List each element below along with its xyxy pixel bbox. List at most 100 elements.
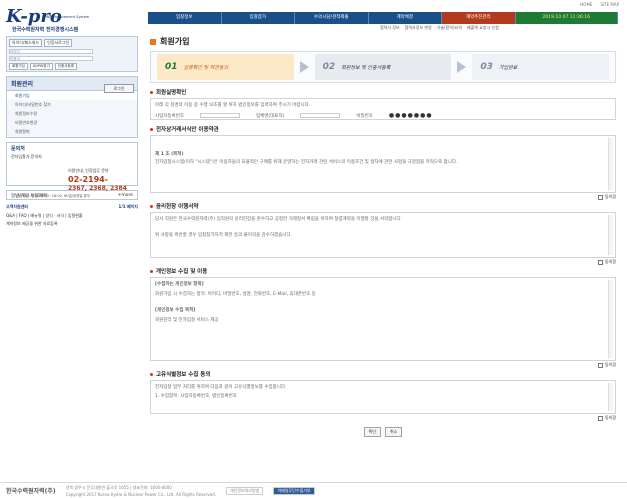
third-box[interactable]: 전자입찰 업무 처리를 위하여 다음과 같이 고유식별정보를 수집합니다. 1.… — [150, 380, 616, 414]
subnav-item[interactable]: 매출액 요청시 신청 — [467, 25, 499, 31]
bizno-input[interactable] — [199, 113, 240, 118]
tab-cert-login[interactable]: 인증서로그인 — [44, 39, 73, 47]
privacy-text: 회원가입 시 수집하는 항목: 아이디, 비밀번호, 성명, 전화번호, E-M… — [155, 292, 316, 297]
support-box: 문의처 전자입찰가 문의처 이용안내, 인증업무 문의 02-2194- 236… — [6, 142, 138, 198]
realname-section: 회원실명확인 아래 각 실명의 이용 중 수행 보조를 할 위하 법인정보를 입… — [150, 88, 616, 120]
section-bullet-icon — [150, 127, 153, 131]
step-label: 가입완료 — [498, 64, 518, 71]
logo-korean: 한국수력원자력 전자경쟁시스템 — [12, 27, 79, 33]
section-title: 고유식별정보 수집 동의 — [156, 372, 211, 378]
privacy-agree[interactable]: 동의함 — [150, 362, 616, 368]
confirm-button[interactable]: 확인 — [363, 427, 381, 437]
support-hours: 상담시간: 평일 09:00~18:00, 토/일/공휴일 휴무 — [16, 194, 91, 198]
nav-item-active[interactable]: 계약추진관리 — [442, 12, 516, 24]
main-content: 회원가입 01 실명확인 및 약관동의 02 회원정보 및 인증서등록 03 가입완료… — [150, 36, 616, 437]
terms-agree[interactable]: 동의함 — [150, 194, 616, 200]
sub-nav: 협력사 정보 협력사정보 변경 기술(용역)요약 매출액 요청시 신청 — [380, 25, 499, 31]
support-phone1: 02-2194- — [68, 175, 109, 184]
nav-item[interactable]: 수의시담/견적제출 — [295, 12, 369, 24]
subnav-item[interactable]: 협력사 정보 — [380, 25, 400, 31]
subnav-item[interactable]: 기술(용역)요약 — [437, 25, 462, 31]
agree-label: 동의함 — [604, 415, 616, 420]
menu-item-withdraw[interactable]: 회원탈퇴 — [7, 127, 137, 136]
realname-desc: 아래 각 실명의 이용 중 수행 보조를 할 위하 법인정보를 입력하여 주시기… — [155, 103, 311, 108]
login-links: 회원가입 ID/PW찾기 인증서등록 — [9, 63, 135, 70]
menu-item-edit[interactable]: 회원정보수정 — [7, 109, 137, 118]
terms-text: 전자입찰시스템(이하 "시스템")은 이용자들의 효율적인 구매를 위해 운영하… — [155, 160, 458, 165]
nav-item[interactable]: 입찰참가 — [222, 12, 295, 24]
scrollbar[interactable] — [608, 138, 613, 190]
menu-item-find[interactable]: 아이디/비밀번호 찾기 — [7, 100, 137, 109]
subnav-item[interactable]: 협력사정보 변경 — [405, 25, 432, 31]
page-title: 회원가입 — [150, 36, 616, 47]
scrollbar[interactable] — [608, 215, 613, 255]
password-label: 비밀번호 — [356, 113, 373, 119]
login-tabs: 아이디/패스워드 인증서로그인 — [9, 39, 135, 47]
agree-checkbox[interactable] — [597, 362, 603, 368]
ethic-agree[interactable]: 동의함 — [150, 259, 616, 265]
company-input[interactable] — [300, 113, 341, 118]
arrow-right-icon — [299, 61, 309, 73]
section-bullet-icon — [150, 90, 153, 94]
company-label: 업체명(대표자) — [255, 113, 285, 119]
ethic-text: 당사 직원은 한국수력원자력(주) 임직원의 윤리헌장을 준수하고 공정한 거래… — [155, 217, 403, 222]
nav-item[interactable]: 입찰정보 — [148, 12, 222, 24]
menu-item-password[interactable]: 비밀번호변경 — [7, 118, 137, 127]
third-text: 1. 수집항목: 사업자등록번호, 법인등록번호 — [155, 394, 237, 399]
id-input[interactable]: 아이디 — [9, 49, 93, 54]
agree-checkbox[interactable] — [597, 194, 603, 200]
agree-checkbox[interactable] — [597, 415, 603, 421]
privacy-heading: [수집하는 개인정보 항목] — [155, 282, 204, 287]
privacy-box[interactable]: [수집하는 개인정보 항목] 회원가입 시 수집하는 항목: 아이디, 비밀번호… — [150, 277, 616, 361]
scrollbar[interactable] — [608, 383, 613, 411]
faq-more[interactable]: +more — [118, 193, 133, 198]
section-title: 개인정보 수집 및 이용 — [156, 269, 208, 275]
step-num: 02 — [322, 62, 336, 72]
section-bullet-icon — [150, 372, 153, 376]
privacy-text: 회원관리 및 전자입찰 서비스 제공 — [155, 318, 219, 323]
agree-label: 동의함 — [604, 362, 616, 367]
support-title: 문의처 — [11, 146, 25, 152]
notice-line[interactable]: Q&A | FAQ | 매뉴얼 | 양식 · 서식 | 입찰현황 — [6, 213, 138, 219]
footer-copyright: Copyright 2017 Korea Hydro & Nuclear Pow… — [65, 491, 217, 497]
step-label: 실명확인 및 약관동의 — [183, 64, 229, 71]
third-agree[interactable]: 동의함 — [150, 415, 616, 421]
logo[interactable]: K-pro KHNP Procurement System 한국수력원자력 전자… — [6, 6, 146, 36]
email-policy-link[interactable]: 이메일무단수집거부 — [273, 486, 315, 495]
section-bullet-icon — [150, 204, 153, 208]
step-1: 01 실명확인 및 약관동의 — [157, 54, 294, 80]
terms-box[interactable]: 제 1 조 (목적) 전자입찰시스템(이하 "시스템")은 이용자들의 효율적인… — [150, 135, 616, 193]
privacy-heading: [개인정보 수집 목적] — [155, 308, 196, 313]
step-3: 03 가입완료 — [472, 54, 610, 80]
notice-box: 고객지원센터 1/1 페이지 Q&A | FAQ | 매뉴얼 | 양식 · 서식 … — [6, 204, 138, 238]
privacy-policy-link[interactable]: 개인정보처리방침 — [226, 486, 264, 495]
title-bullet-icon — [150, 38, 156, 45]
password-input[interactable]: 인증서 — [9, 56, 93, 61]
scrollbar[interactable] — [608, 280, 613, 358]
login-box: 아이디/패스워드 인증서로그인 아이디 인증서 회원가입 ID/PW찾기 인증서… — [6, 36, 138, 72]
third-section: 고유식별정보 수집 동의 전자입찰 업무 처리를 위하여 다음과 같이 고유식별… — [150, 370, 616, 421]
notice-page: 1/1 페이지 — [118, 204, 138, 209]
home-link[interactable]: HOME — [580, 2, 592, 7]
section-bullet-icon — [150, 269, 153, 273]
notice-line[interactable]: 계약정보 제공을 위한 자료등록 — [6, 221, 138, 227]
ethic-box[interactable]: 당사 직원은 한국수력원자력(주) 임직원의 윤리헌장을 준수하고 공정한 거래… — [150, 212, 616, 258]
terms-section: 전자상거래서식안 이용약관 제 1 조 (목적) 전자입찰시스템(이하 "시스템… — [150, 125, 616, 200]
ethic-section: 윤리헌장 이행서약 당사 직원은 한국수력원자력(주) 임직원의 윤리헌장을 준… — [150, 202, 616, 265]
step-num: 03 — [480, 62, 493, 72]
password-field[interactable]: ●●●●●●● — [389, 112, 433, 119]
agree-checkbox[interactable] — [597, 259, 603, 265]
tab-id-login[interactable]: 아이디/패스워드 — [9, 39, 43, 47]
find-idpw-link[interactable]: ID/PW찾기 — [29, 63, 53, 70]
cancel-button[interactable]: 취소 — [385, 427, 403, 437]
top-links: HOME SITE MAP — [580, 2, 619, 7]
signup-link[interactable]: 회원가입 — [9, 63, 28, 70]
terms-heading: 제 1 조 (목적) — [155, 152, 184, 157]
footer-address: 경북 경주시 문무대왕면 불국로 1655 | 대표전화: 1600-4000 — [65, 484, 172, 490]
nav-item[interactable]: 계약체결 — [369, 12, 442, 24]
agree-label: 동의함 — [604, 259, 616, 264]
login-button[interactable]: 로그인 — [104, 84, 134, 93]
sitemap-link[interactable]: SITE MAP — [600, 2, 619, 7]
logo-sub: KHNP Procurement System — [42, 15, 90, 19]
cert-register-link[interactable]: 인증서등록 — [54, 63, 77, 70]
